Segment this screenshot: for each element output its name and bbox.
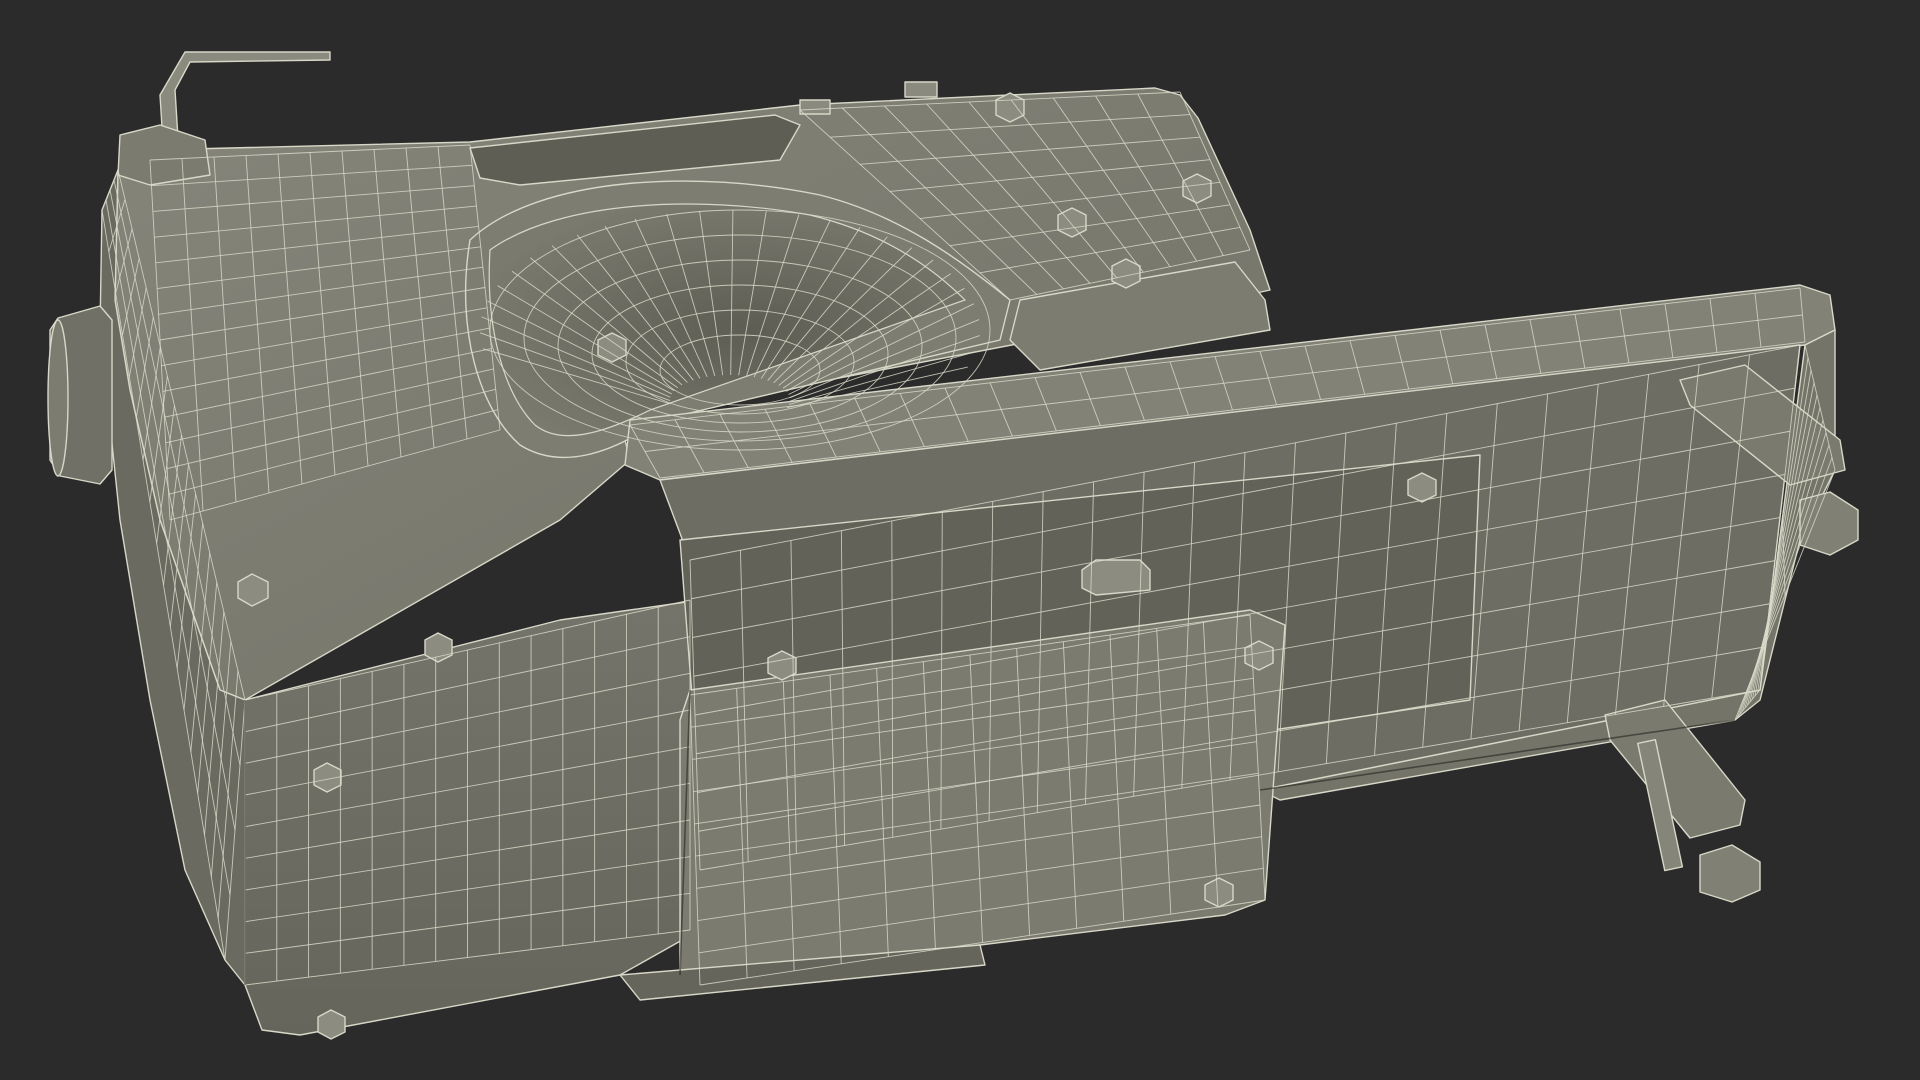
screw-icon — [1407, 472, 1437, 503]
screw-icon — [1182, 173, 1212, 204]
screw-icon — [1244, 640, 1274, 671]
back-tab-2 — [904, 81, 938, 98]
screw-icon — [995, 92, 1025, 123]
render-viewport — [0, 0, 1920, 1080]
needle-lever-base — [117, 124, 211, 186]
wireframe-model-render — [47, 51, 1859, 1040]
screw-icon — [424, 632, 453, 663]
screw-icon — [767, 650, 797, 681]
screw-icon — [1081, 559, 1151, 596]
side-knob-face — [47, 319, 69, 477]
back-tab-1 — [799, 99, 831, 115]
bracket-nut-upper — [1799, 491, 1859, 556]
screw-icon — [1204, 877, 1234, 908]
bracket-nut-lower — [1699, 844, 1761, 903]
body-front-face — [244, 599, 701, 1036]
screw-icon — [317, 1009, 346, 1040]
